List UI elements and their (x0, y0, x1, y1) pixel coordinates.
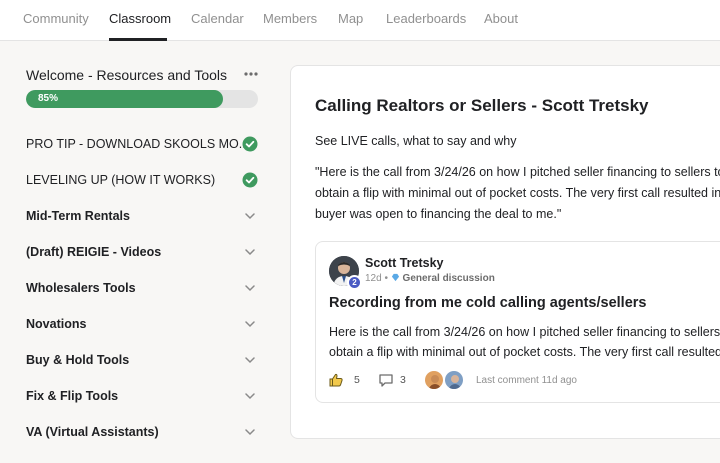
ellipsis-icon[interactable] (242, 66, 260, 82)
tab-map[interactable]: Map (338, 11, 363, 26)
tab-members[interactable]: Members (263, 11, 317, 26)
post-meta: 12d • General discussion (365, 273, 495, 284)
meta-separator: • (384, 273, 388, 284)
sidebar-item-label: VA (Virtual Assistants) (26, 425, 159, 439)
course-progress-bar: 85% (26, 90, 258, 108)
chevron-down-icon[interactable] (242, 244, 258, 260)
chevron-down-icon[interactable] (242, 316, 258, 332)
post-author[interactable]: Scott Tretsky (365, 256, 444, 270)
sidebar-item-label: LEVELING UP (HOW IT WORKS) (26, 173, 216, 187)
commenter-avatar[interactable] (444, 370, 464, 390)
course-title: Welcome - Resources and Tools (26, 67, 228, 83)
chevron-down-icon[interactable] (242, 388, 258, 404)
person-icon (425, 371, 443, 389)
sidebar-item-pro-tip[interactable]: PRO TIP - DOWNLOAD SKOOLS MO... (26, 132, 262, 156)
sidebar-item-reigie-videos[interactable]: (Draft) REIGIE - Videos (26, 240, 262, 264)
sidebar-item-label: (Draft) REIGIE - Videos (26, 245, 162, 259)
comment-count: 3 (400, 374, 406, 386)
sidebar-item-label: Novations (26, 317, 87, 331)
check-circle-icon (242, 136, 258, 152)
top-nav: Community Classroom Calendar Members Map… (0, 0, 720, 41)
sidebar-item-buy-hold-tools[interactable]: Buy & Hold Tools (26, 348, 262, 372)
chevron-down-icon[interactable] (242, 424, 258, 440)
sidebar-item-leveling-up[interactable]: LEVELING UP (HOW IT WORKS) (26, 168, 262, 192)
like-count: 5 (354, 374, 360, 386)
chevron-down-icon[interactable] (242, 208, 258, 224)
commenter-avatar[interactable] (424, 370, 444, 390)
lesson-title: Calling Realtors or Sellers - Scott Tret… (315, 96, 649, 115)
lesson-subtitle: See LIVE calls, what to say and why (315, 134, 517, 148)
sidebar-item-mid-term-rentals[interactable]: Mid-Term Rentals (26, 204, 262, 228)
thumbs-up-icon[interactable] (328, 372, 344, 388)
lesson-card: Calling Realtors or Sellers - Scott Tret… (290, 65, 720, 439)
tab-about[interactable]: About (484, 11, 518, 26)
embedded-post[interactable]: 2 Scott Tretsky 12d • General discussion… (315, 241, 720, 403)
person-icon (445, 371, 463, 389)
post-body: Here is the call from 3/24/26 on how I p… (329, 325, 720, 359)
tab-calendar[interactable]: Calendar (191, 11, 244, 26)
tab-leaderboards[interactable]: Leaderboards (386, 11, 466, 26)
diamond-icon (391, 273, 399, 282)
active-tab-indicator (109, 38, 167, 41)
post-category[interactable]: General discussion (403, 273, 495, 284)
check-circle-icon (242, 172, 258, 188)
tab-community[interactable]: Community (23, 11, 89, 26)
progress-label: 85% (38, 93, 59, 104)
last-comment-time: Last comment 11d ago (476, 375, 577, 386)
sidebar-item-wholesalers-tools[interactable]: Wholesalers Tools (26, 276, 262, 300)
post-title[interactable]: Recording from me cold calling agents/se… (329, 295, 646, 311)
sidebar-item-novations[interactable]: Novations (26, 312, 262, 336)
sidebar-item-label: Buy & Hold Tools (26, 353, 130, 367)
level-badge: 2 (347, 275, 362, 290)
tab-classroom[interactable]: Classroom (109, 11, 171, 26)
sidebar-item-label: Mid-Term Rentals (26, 209, 130, 223)
sidebar-item-label: Wholesalers Tools (26, 281, 136, 295)
chevron-down-icon[interactable] (242, 280, 258, 296)
lesson-description: "Here is the call from 3/24/26 on how I … (315, 165, 720, 221)
sidebar-item-label: PRO TIP - DOWNLOAD SKOOLS MO... (26, 137, 250, 151)
sidebar-item-virtual-assistants[interactable]: VA (Virtual Assistants) (26, 420, 262, 444)
comment-icon[interactable] (378, 372, 394, 388)
post-time: 12d (365, 273, 382, 284)
chevron-down-icon[interactable] (242, 352, 258, 368)
sidebar-item-label: Fix & Flip Tools (26, 389, 119, 403)
sidebar-item-fix-flip-tools[interactable]: Fix & Flip Tools (26, 384, 262, 408)
